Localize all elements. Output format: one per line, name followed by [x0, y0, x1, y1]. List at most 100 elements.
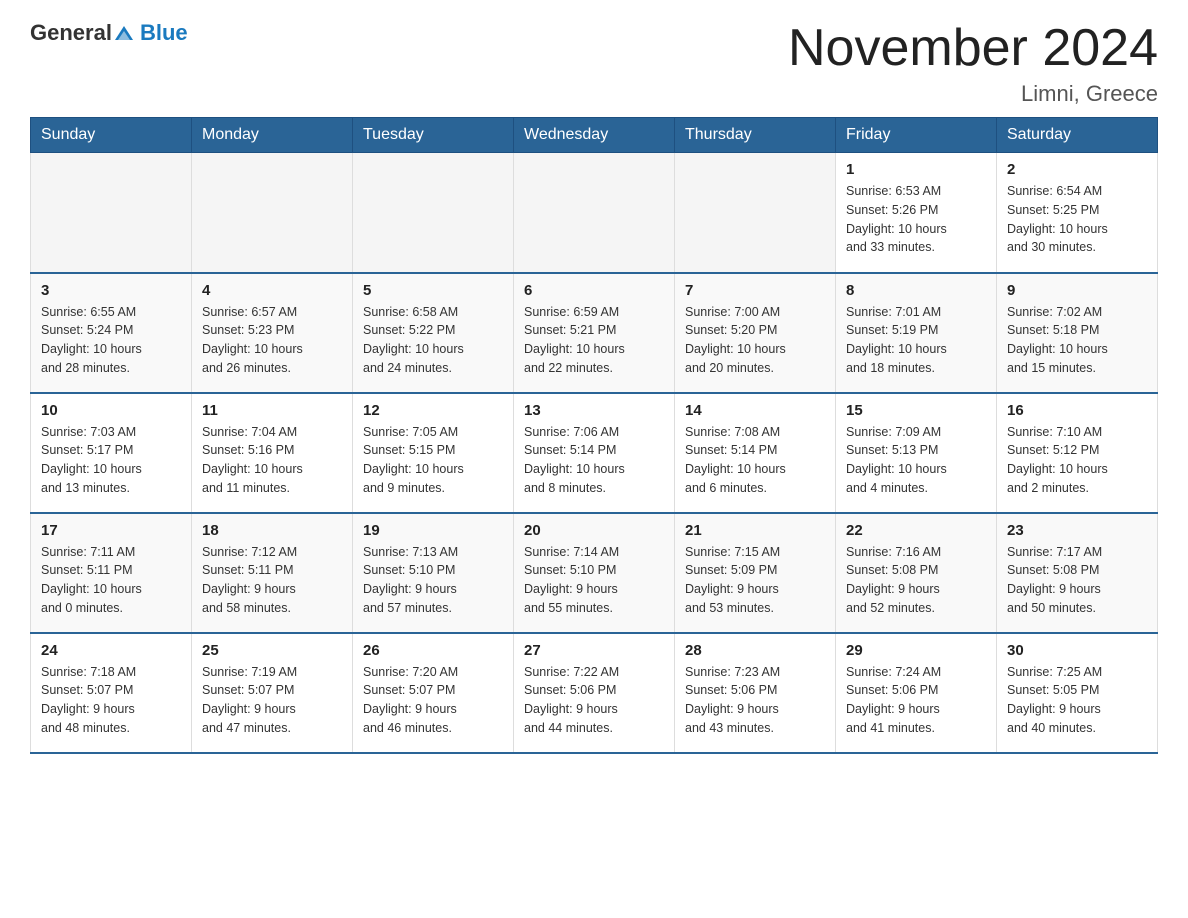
calendar-cell: 10 Sunrise: 7:03 AM Sunset: 5:17 PM Dayli… — [31, 393, 192, 513]
day-info: Sunrise: 7:02 AM Sunset: 5:18 PM Dayligh… — [1007, 303, 1147, 378]
calendar-week-row: 24Sunrise: 7:18 AM Sunset: 5:07 PM Dayli… — [31, 633, 1158, 753]
day-of-week-header: Tuesday — [353, 118, 514, 153]
day-number: 4 — [202, 282, 342, 299]
calendar-cell: 4 Sunrise: 6:57 AM Sunset: 5:23 PM Daylig… — [192, 273, 353, 393]
logo: General Blue — [30, 20, 188, 46]
calendar-table: SundayMondayTuesdayWednesdayThursdayFrid… — [30, 117, 1158, 754]
calendar-cell: 2Sunrise: 6:54 AM Sunset: 5:25 PM Daylig… — [997, 153, 1158, 273]
day-number: 20 — [524, 522, 664, 539]
day-info: Sunrise: 7:00 AM Sunset: 5:20 PM Dayligh… — [685, 303, 825, 378]
day-info: Sunrise: 7:13 AM Sunset: 5:10 PM Dayligh… — [363, 543, 503, 618]
day-number: 22 — [846, 522, 986, 539]
calendar-cell: 29 Sunrise: 7:24 AM Sunset: 5:06 PM Dayli… — [836, 633, 997, 753]
day-info: Sunrise: 6:58 AM Sunset: 5:22 PM Dayligh… — [363, 303, 503, 378]
day-info: Sunrise: 7:06 AM Sunset: 5:14 PM Dayligh… — [524, 423, 664, 498]
day-number: 6 — [524, 282, 664, 299]
logo-triangle-icon — [113, 22, 135, 44]
day-number: 11 — [202, 402, 342, 419]
calendar-cell: 3 Sunrise: 6:55 AM Sunset: 5:24 PM Daylig… — [31, 273, 192, 393]
day-info: Sunrise: 7:24 AM Sunset: 5:06 PM Dayligh… — [846, 663, 986, 738]
day-number: 16 — [1007, 402, 1147, 419]
day-number: 1 — [846, 161, 986, 178]
day-info: Sunrise: 7:14 AM Sunset: 5:10 PM Dayligh… — [524, 543, 664, 618]
calendar-week-row: 3 Sunrise: 6:55 AM Sunset: 5:24 PM Daylig… — [31, 273, 1158, 393]
day-info: Sunrise: 7:19 AM Sunset: 5:07 PM Dayligh… — [202, 663, 342, 738]
calendar-cell: 11 Sunrise: 7:04 AM Sunset: 5:16 PM Dayli… — [192, 393, 353, 513]
day-number: 2 — [1007, 161, 1147, 178]
calendar-cell: 20 Sunrise: 7:14 AM Sunset: 5:10 PM Dayli… — [514, 513, 675, 633]
day-of-week-header: Friday — [836, 118, 997, 153]
calendar-cell: 18 Sunrise: 7:12 AM Sunset: 5:11 PM Dayli… — [192, 513, 353, 633]
calendar-cell — [31, 153, 192, 273]
calendar-cell: 28 Sunrise: 7:23 AM Sunset: 5:06 PM Dayli… — [675, 633, 836, 753]
calendar-cell: 15 Sunrise: 7:09 AM Sunset: 5:13 PM Dayli… — [836, 393, 997, 513]
day-number: 9 — [1007, 282, 1147, 299]
calendar-cell: 23 Sunrise: 7:17 AM Sunset: 5:08 PM Dayli… — [997, 513, 1158, 633]
calendar-cell — [514, 153, 675, 273]
calendar-cell: 19 Sunrise: 7:13 AM Sunset: 5:10 PM Dayli… — [353, 513, 514, 633]
day-of-week-header: Sunday — [31, 118, 192, 153]
day-info: Sunrise: 7:20 AM Sunset: 5:07 PM Dayligh… — [363, 663, 503, 738]
day-number: 21 — [685, 522, 825, 539]
calendar-cell: 6 Sunrise: 6:59 AM Sunset: 5:21 PM Daylig… — [514, 273, 675, 393]
day-info: Sunrise: 7:10 AM Sunset: 5:12 PM Dayligh… — [1007, 423, 1147, 498]
day-info: Sunrise: 7:11 AM Sunset: 5:11 PM Dayligh… — [41, 543, 181, 618]
calendar-cell: 12 Sunrise: 7:05 AM Sunset: 5:15 PM Dayli… — [353, 393, 514, 513]
day-number: 5 — [363, 282, 503, 299]
day-number: 8 — [846, 282, 986, 299]
calendar-cell: 8 Sunrise: 7:01 AM Sunset: 5:19 PM Daylig… — [836, 273, 997, 393]
calendar-cell: 1Sunrise: 6:53 AM Sunset: 5:26 PM Daylig… — [836, 153, 997, 273]
day-info: Sunrise: 7:25 AM Sunset: 5:05 PM Dayligh… — [1007, 663, 1147, 738]
day-info: Sunrise: 7:03 AM Sunset: 5:17 PM Dayligh… — [41, 423, 181, 498]
day-info: Sunrise: 7:15 AM Sunset: 5:09 PM Dayligh… — [685, 543, 825, 618]
logo-blue-text: Blue — [140, 20, 188, 45]
calendar-cell: 9 Sunrise: 7:02 AM Sunset: 5:18 PM Daylig… — [997, 273, 1158, 393]
title-block: November 2024 Limni, Greece — [788, 20, 1158, 107]
day-info: Sunrise: 6:59 AM Sunset: 5:21 PM Dayligh… — [524, 303, 664, 378]
calendar-cell: 16 Sunrise: 7:10 AM Sunset: 5:12 PM Dayli… — [997, 393, 1158, 513]
day-info: Sunrise: 7:23 AM Sunset: 5:06 PM Dayligh… — [685, 663, 825, 738]
calendar-week-row: 17Sunrise: 7:11 AM Sunset: 5:11 PM Dayli… — [31, 513, 1158, 633]
day-info: Sunrise: 7:12 AM Sunset: 5:11 PM Dayligh… — [202, 543, 342, 618]
calendar-cell: 24Sunrise: 7:18 AM Sunset: 5:07 PM Dayli… — [31, 633, 192, 753]
day-info: Sunrise: 6:57 AM Sunset: 5:23 PM Dayligh… — [202, 303, 342, 378]
calendar-cell: 17Sunrise: 7:11 AM Sunset: 5:11 PM Dayli… — [31, 513, 192, 633]
day-number: 12 — [363, 402, 503, 419]
calendar-cell — [353, 153, 514, 273]
day-info: Sunrise: 7:17 AM Sunset: 5:08 PM Dayligh… — [1007, 543, 1147, 618]
day-info: Sunrise: 7:09 AM Sunset: 5:13 PM Dayligh… — [846, 423, 986, 498]
day-number: 27 — [524, 642, 664, 659]
day-number: 18 — [202, 522, 342, 539]
day-number: 25 — [202, 642, 342, 659]
day-of-week-header: Thursday — [675, 118, 836, 153]
day-number: 28 — [685, 642, 825, 659]
location-label: Limni, Greece — [788, 81, 1158, 107]
calendar-cell — [192, 153, 353, 273]
page-header: General Blue November 2024 Limni, Greece — [30, 20, 1158, 107]
day-number: 3 — [41, 282, 181, 299]
day-number: 14 — [685, 402, 825, 419]
day-number: 29 — [846, 642, 986, 659]
day-number: 15 — [846, 402, 986, 419]
calendar-cell: 5 Sunrise: 6:58 AM Sunset: 5:22 PM Daylig… — [353, 273, 514, 393]
calendar-week-row: 10 Sunrise: 7:03 AM Sunset: 5:17 PM Dayli… — [31, 393, 1158, 513]
calendar-cell: 30Sunrise: 7:25 AM Sunset: 5:05 PM Dayli… — [997, 633, 1158, 753]
calendar-cell: 7Sunrise: 7:00 AM Sunset: 5:20 PM Daylig… — [675, 273, 836, 393]
day-number: 10 — [41, 402, 181, 419]
day-number: 24 — [41, 642, 181, 659]
day-number: 23 — [1007, 522, 1147, 539]
day-info: Sunrise: 7:01 AM Sunset: 5:19 PM Dayligh… — [846, 303, 986, 378]
day-number: 19 — [363, 522, 503, 539]
day-info: Sunrise: 7:04 AM Sunset: 5:16 PM Dayligh… — [202, 423, 342, 498]
day-number: 26 — [363, 642, 503, 659]
day-info: Sunrise: 6:55 AM Sunset: 5:24 PM Dayligh… — [41, 303, 181, 378]
calendar-week-row: 1Sunrise: 6:53 AM Sunset: 5:26 PM Daylig… — [31, 153, 1158, 273]
day-info: Sunrise: 7:05 AM Sunset: 5:15 PM Dayligh… — [363, 423, 503, 498]
calendar-cell: 27Sunrise: 7:22 AM Sunset: 5:06 PM Dayli… — [514, 633, 675, 753]
logo-general-text: General — [30, 20, 112, 46]
day-of-week-header: Saturday — [997, 118, 1158, 153]
calendar-cell: 22Sunrise: 7:16 AM Sunset: 5:08 PM Dayli… — [836, 513, 997, 633]
calendar-cell — [675, 153, 836, 273]
day-of-week-header: Wednesday — [514, 118, 675, 153]
calendar-cell: 21 Sunrise: 7:15 AM Sunset: 5:09 PM Dayli… — [675, 513, 836, 633]
